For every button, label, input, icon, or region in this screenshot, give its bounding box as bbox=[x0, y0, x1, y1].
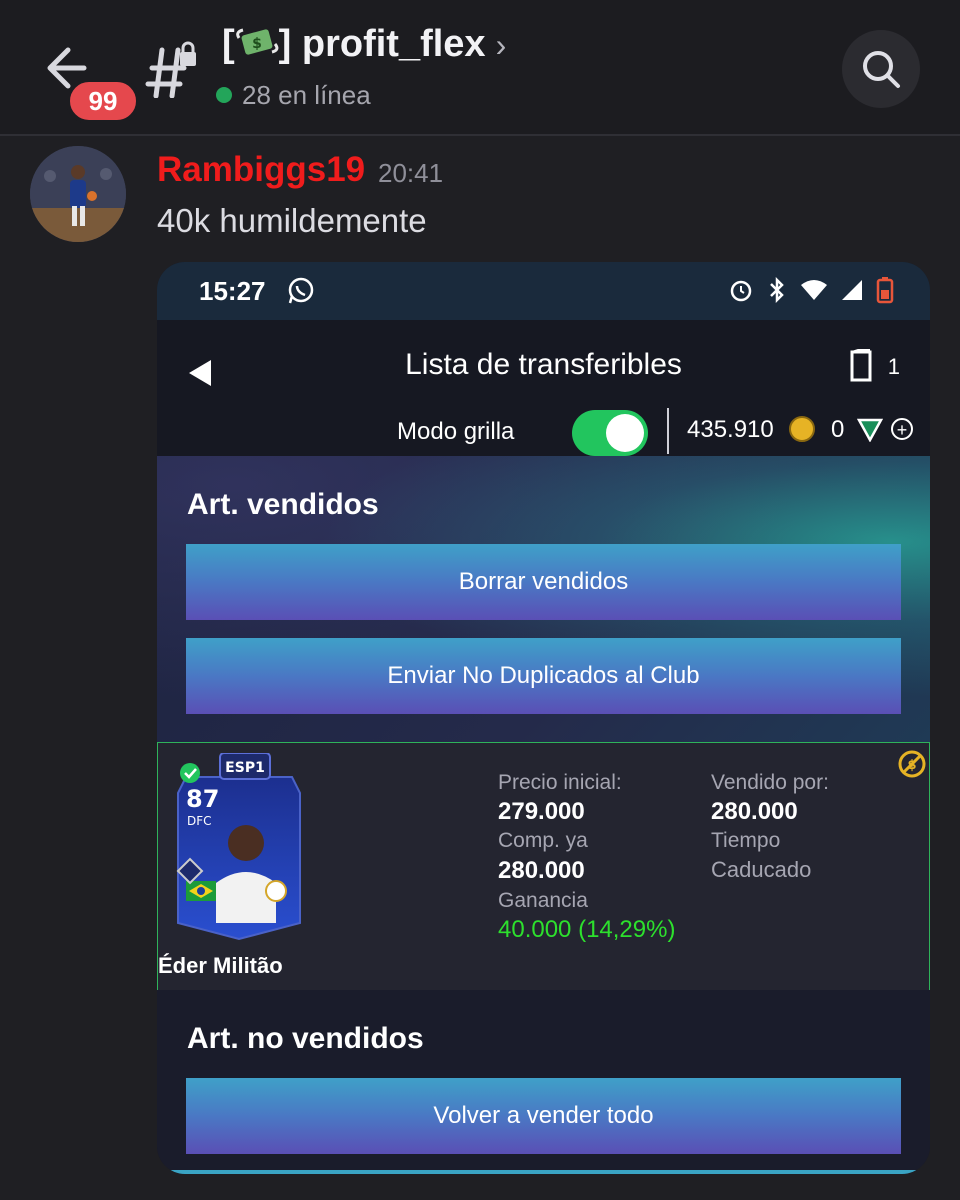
unread-badge: 99 bbox=[66, 78, 140, 124]
points-balance: 0 bbox=[831, 416, 845, 443]
channel-title[interactable]: [ $] profit_flex › bbox=[222, 22, 506, 66]
phone-status-bar: 15:27 bbox=[157, 262, 930, 320]
avatar[interactable] bbox=[30, 146, 126, 242]
svg-text:$: $ bbox=[907, 758, 916, 773]
sold-items-section: Art. vendidos Borrar vendidos Enviar No … bbox=[157, 456, 930, 742]
wifi-icon bbox=[801, 280, 827, 300]
coin-icon bbox=[789, 416, 815, 442]
grid-mode-label: Modo grilla bbox=[397, 418, 515, 445]
profit-label: Ganancia bbox=[498, 889, 588, 912]
clear-sold-button[interactable]: Borrar vendidos bbox=[186, 544, 901, 620]
bracket-open: [ bbox=[222, 23, 235, 65]
relist-all-button[interactable]: Volver a vender todo bbox=[186, 1078, 901, 1154]
grid-mode-toggle[interactable] bbox=[572, 410, 648, 456]
bracket-close: ] bbox=[278, 23, 292, 65]
message-text: 40k humildemente bbox=[157, 202, 427, 239]
channel-name: profit_flex bbox=[301, 23, 486, 65]
svg-text:87: 87 bbox=[186, 785, 219, 813]
message-username[interactable]: Rambiggs19 bbox=[157, 150, 365, 190]
status-time: 15:27 bbox=[199, 276, 266, 306]
svg-text:DFC: DFC bbox=[187, 814, 212, 828]
start-price-value: 279.000 bbox=[498, 798, 585, 825]
battery-icon bbox=[876, 277, 894, 304]
page-title: Lista de transferibles bbox=[405, 348, 682, 381]
add-points-icon[interactable]: + bbox=[891, 418, 913, 440]
toggle-knob bbox=[606, 414, 644, 452]
coin-balance: 435.910 bbox=[687, 416, 774, 443]
slot-count: 1 bbox=[887, 354, 900, 379]
online-dot-icon bbox=[216, 87, 232, 103]
money-with-wings-icon: $ bbox=[235, 22, 279, 62]
sold-item-card[interactable]: ESP1 87 DFC Éder Militão Precio inicial:… bbox=[157, 742, 930, 991]
sold-for-label: Vendido por: bbox=[711, 771, 829, 794]
sold-section-title: Art. vendidos bbox=[187, 488, 379, 521]
alarm-icon bbox=[730, 280, 752, 302]
send-to-club-button[interactable]: Enviar No Duplicados al Club bbox=[186, 638, 901, 714]
buy-now-value: 280.000 bbox=[498, 857, 585, 884]
svg-text:ESP1: ESP1 bbox=[225, 760, 265, 776]
divider bbox=[667, 408, 669, 454]
svg-text:$: $ bbox=[252, 36, 262, 52]
sold-for-value: 280.000 bbox=[711, 798, 798, 825]
signal-icon bbox=[842, 280, 862, 300]
player-name: Éder Militão bbox=[158, 953, 283, 978]
image-attachment[interactable]: 15:27 Lista de transferibles 1 Modo gril… bbox=[157, 262, 930, 1174]
points-icon bbox=[857, 418, 883, 442]
message-timestamp: 20:41 bbox=[378, 158, 444, 188]
locked-channel-icon bbox=[140, 38, 200, 99]
untradeable-icon: $ bbox=[898, 750, 926, 778]
channel-header: 99 [ $] profit_flex › 28 en línea bbox=[0, 0, 960, 136]
player-card-icon: ESP1 87 DFC bbox=[176, 753, 301, 941]
transfer-slot-icon bbox=[850, 349, 872, 382]
search-button[interactable] bbox=[842, 30, 920, 108]
bottom-divider bbox=[157, 1170, 930, 1174]
chevron-right-icon: › bbox=[495, 27, 507, 63]
time-value: Caducado bbox=[711, 857, 812, 882]
start-price-label: Precio inicial: bbox=[498, 771, 622, 794]
time-label: Tiempo bbox=[711, 829, 781, 852]
buy-now-label: Comp. ya bbox=[498, 829, 588, 852]
unsold-section-title: Art. no vendidos bbox=[187, 1022, 424, 1055]
whatsapp-icon bbox=[288, 277, 314, 304]
unsold-items-section: Art. no vendidos Volver a vender todo bbox=[157, 990, 930, 1174]
online-status: 28 en línea bbox=[216, 80, 371, 111]
search-icon bbox=[863, 51, 900, 88]
bluetooth-icon bbox=[770, 277, 784, 303]
status-icons bbox=[728, 276, 894, 304]
online-count: 28 en línea bbox=[242, 80, 371, 110]
profit-value: 40.000 (14,29%) bbox=[498, 916, 676, 943]
app-top-bar: Lista de transferibles 1 Modo grilla 435… bbox=[157, 320, 930, 456]
